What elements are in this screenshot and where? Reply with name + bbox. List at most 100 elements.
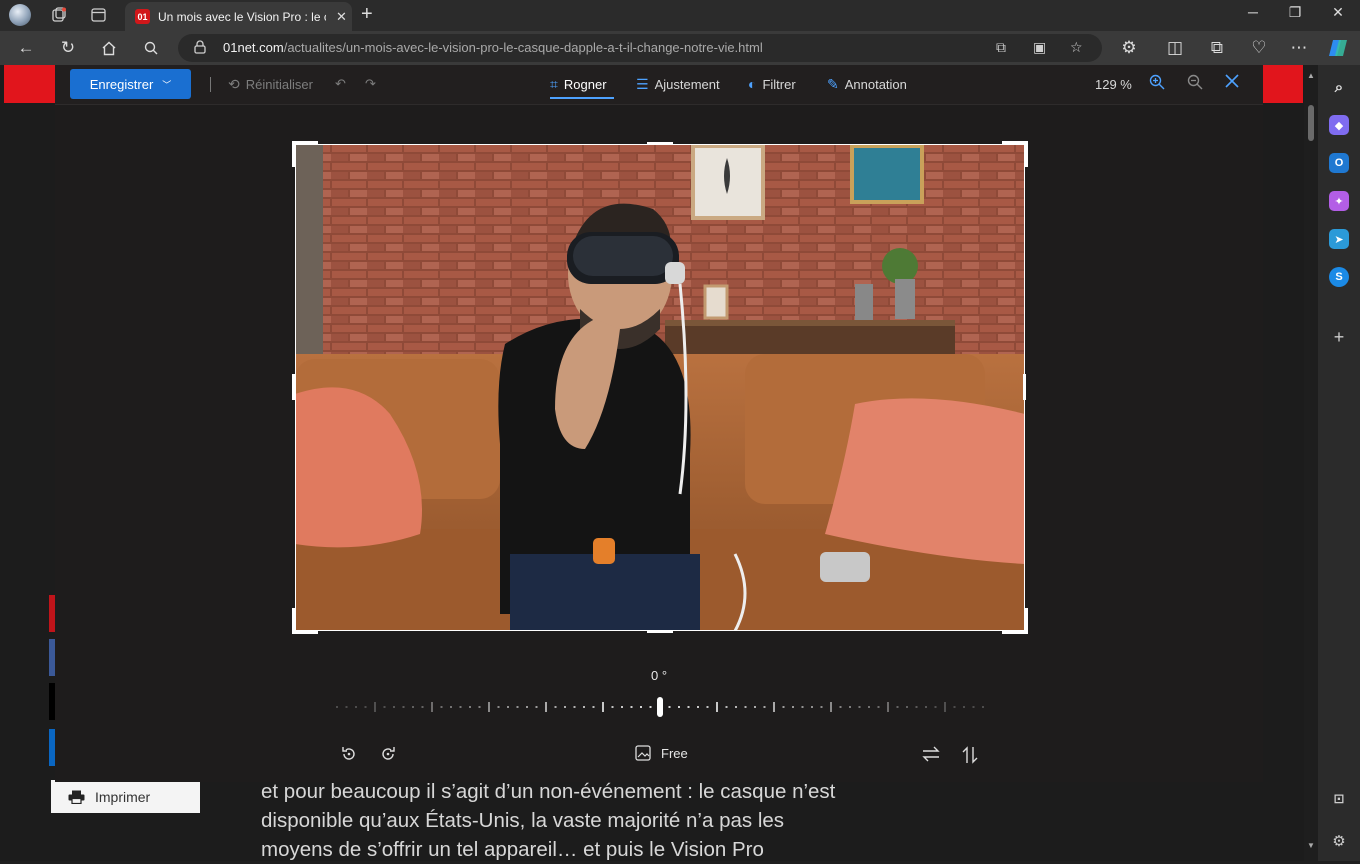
tab-actions-icon[interactable] <box>86 4 110 26</box>
crop-handle-bottom-right[interactable] <box>1002 608 1028 634</box>
rotation-tick-minor <box>421 706 424 708</box>
crop-handle-bottom[interactable] <box>647 630 673 633</box>
url-host: 01net.com <box>223 40 284 55</box>
rotation-tick-minor <box>459 706 462 708</box>
close-window-icon[interactable]: ✕ <box>1323 4 1353 21</box>
zoom-level: 129 % <box>1095 77 1132 92</box>
refresh-icon[interactable]: ↻ <box>56 37 80 59</box>
rotation-tick-minor <box>963 706 965 708</box>
header-band-left <box>4 65 56 103</box>
app-available-icon[interactable]: ⧉ <box>996 39 1006 56</box>
print-label: Imprimer <box>95 788 151 805</box>
rotation-slider[interactable] <box>335 697 985 717</box>
tab-crop[interactable]: ⌗ Rogner <box>550 76 607 93</box>
collections-icon[interactable]: ⧉ <box>1205 37 1229 59</box>
immersive-reader-icon[interactable]: ▣ <box>1033 39 1046 56</box>
aspect-ratio-button[interactable]: Free <box>634 744 688 762</box>
tab-close-icon[interactable]: ✕ <box>336 9 347 25</box>
zoom-in-icon[interactable] <box>1149 74 1165 95</box>
extensions-icon[interactable]: ⚙ <box>1117 37 1141 59</box>
home-icon[interactable] <box>97 37 121 59</box>
sidebar-search-icon[interactable]: ⌕ <box>1329 77 1349 97</box>
rotation-tick-minor <box>516 706 519 708</box>
rotation-tick-minor <box>649 706 652 708</box>
rotation-tick-minor <box>744 706 747 708</box>
rotation-tick-minor <box>592 706 595 708</box>
rotation-tick-minor <box>564 706 566 708</box>
page-scrollbar[interactable]: ▲ ▼ <box>1304 65 1318 861</box>
close-editor-icon[interactable] <box>1225 74 1239 93</box>
rotation-tick-minor <box>383 706 386 708</box>
tools-icon[interactable]: ✦ <box>1329 191 1349 211</box>
tab-adjust[interactable]: ☰ Ajustement <box>636 76 720 93</box>
sidebar-settings-icon[interactable]: ⚙ <box>1329 831 1349 851</box>
send-icon[interactable]: ➤ <box>1329 229 1349 249</box>
rotation-tick-minor <box>687 706 690 708</box>
rotation-tick-minor <box>668 706 671 708</box>
crop-frame[interactable] <box>295 144 1025 631</box>
add-sidebar-app-icon[interactable]: + <box>1329 327 1349 347</box>
scroll-down-icon[interactable]: ▼ <box>1307 841 1315 850</box>
rotate-left-icon[interactable] <box>340 745 358 768</box>
browser-essentials-icon[interactable]: ♡ <box>1247 37 1271 59</box>
crop-handle-top-left[interactable] <box>292 141 318 167</box>
copilot-icon[interactable] <box>1326 37 1350 59</box>
rotation-tick-minor <box>640 706 642 708</box>
favorite-star-icon[interactable]: ☆ <box>1070 39 1083 56</box>
rotate-right-icon[interactable] <box>379 745 397 768</box>
workspaces-icon[interactable] <box>47 4 71 26</box>
flip-vertical-icon[interactable] <box>961 745 979 770</box>
rotation-tick-minor <box>839 706 842 708</box>
back-icon[interactable]: ← <box>14 37 38 59</box>
tab-filter-label: Filtrer <box>762 76 796 92</box>
rotation-tick-minor <box>478 706 481 708</box>
tab-article[interactable]: 01 Un mois avec le Vision Pro : le casqu… <box>125 2 352 31</box>
rotation-tick-major <box>431 702 433 712</box>
pen-icon: ✎ <box>827 76 839 92</box>
outlook-icon[interactable]: O <box>1329 153 1349 173</box>
split-screen-icon[interactable]: ◫ <box>1163 37 1187 59</box>
new-tab-icon[interactable]: + <box>361 3 373 26</box>
rotation-tick-major <box>488 702 490 712</box>
crop-handle-top-right[interactable] <box>1002 141 1028 167</box>
url-path: /actualites/un-mois-avec-le-vision-pro-l… <box>283 40 763 55</box>
rotation-tick-minor <box>982 706 984 708</box>
rotation-tick-major <box>830 702 832 712</box>
flip-horizontal-icon[interactable] <box>921 745 941 768</box>
image-editor: Enregistrer ﹀ ⟲ Réinitialiser ↶ ↷ ⌗ Rogn… <box>55 65 1263 782</box>
lock-icon[interactable] <box>194 40 206 54</box>
tab-annotation[interactable]: ✎ Annotation <box>827 76 907 93</box>
rotation-tick-minor <box>393 706 395 708</box>
undo-icon[interactable]: ↶ <box>335 76 346 92</box>
crop-handle-top[interactable] <box>647 142 673 145</box>
save-button[interactable]: Enregistrer ﹀ <box>70 69 191 99</box>
profile-avatar[interactable] <box>9 4 31 26</box>
skype-icon[interactable]: S <box>1329 267 1349 287</box>
address-bar[interactable]: 01net.com/actualites/un-mois-avec-le-vis… <box>178 34 1102 62</box>
scroll-up-icon[interactable]: ▲ <box>1307 71 1315 80</box>
print-button[interactable]: Imprimer <box>51 780 200 813</box>
scrollbar-thumb[interactable] <box>1308 105 1314 141</box>
rotation-tick-minor <box>763 706 766 708</box>
reset-button[interactable]: ⟲ Réinitialiser <box>228 76 313 93</box>
tab-filter[interactable]: ◐ Filtrer <box>748 76 796 92</box>
search-icon[interactable] <box>139 37 163 59</box>
rotation-tick-minor <box>554 706 557 708</box>
restore-icon[interactable]: ❐ <box>1280 4 1310 21</box>
screenshot-icon[interactable]: ⊡ <box>1329 789 1349 809</box>
more-menu-icon[interactable]: ⋯ <box>1287 37 1311 59</box>
rotation-tick-minor <box>697 706 699 708</box>
rotation-tick-major <box>374 702 376 712</box>
shopping-tag-icon[interactable]: ◆ <box>1329 115 1349 135</box>
crop-handle-left[interactable] <box>292 374 295 400</box>
rotation-tick-minor <box>678 706 680 708</box>
redo-icon[interactable]: ↷ <box>365 76 376 92</box>
zoom-out-icon[interactable] <box>1187 74 1203 95</box>
rotation-tick-minor <box>782 706 785 708</box>
rotation-tick-minor <box>535 706 538 708</box>
minimize-icon[interactable]: ─ <box>1238 4 1268 20</box>
article-text: et pour beaucoup il s’agit d’un non-évén… <box>261 777 921 864</box>
crop-handle-right[interactable] <box>1023 374 1026 400</box>
crop-handle-bottom-left[interactable] <box>292 608 318 634</box>
url-text[interactable]: 01net.com/actualites/un-mois-avec-le-vis… <box>223 40 763 55</box>
